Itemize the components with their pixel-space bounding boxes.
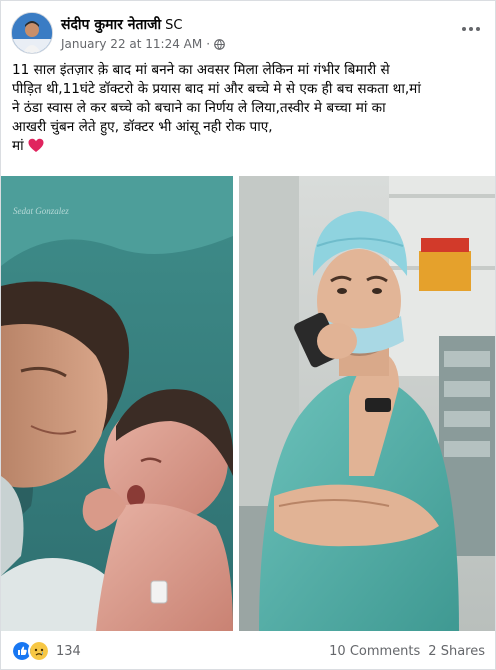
caption-line: ने ठंडा स्वास ले कर बच्चे को बचाने का नि… bbox=[12, 100, 386, 116]
author-suffix[interactable]: SC bbox=[165, 18, 182, 33]
more-options-button[interactable] bbox=[459, 19, 483, 39]
caption-line: पीड़ित थी,11घंटे डॉक्टरो के प्रयास बाद म… bbox=[12, 81, 421, 97]
photo-doctor[interactable] bbox=[239, 176, 495, 631]
post-caption: 11 साल इंतज़ार क़े बाद मां बनने का अवसर … bbox=[12, 61, 482, 156]
caption-line: आखरी चुंबन लेते हुए, डॉक्टर भी आंसू नही … bbox=[12, 119, 273, 135]
comments-count-link[interactable]: 10 Comments bbox=[329, 644, 420, 659]
doctor-image bbox=[239, 176, 495, 631]
globe-icon[interactable] bbox=[214, 38, 225, 50]
post-timestamp[interactable]: January 22 at 11:24 AM bbox=[61, 37, 202, 51]
meta-separator: · bbox=[206, 37, 211, 51]
avatar-image bbox=[12, 13, 52, 53]
caption-line: 11 साल इंतज़ार क़े बाद मां बनने का अवसर … bbox=[12, 62, 390, 78]
photo-newborn-mother[interactable]: Sedat Gonzalez bbox=[1, 176, 233, 631]
caption-last-line: मां bbox=[12, 137, 482, 156]
author-name[interactable]: संदीप कुमार नेताजी SC bbox=[61, 15, 182, 34]
post-meta: January 22 at 11:24 AM · bbox=[61, 37, 225, 51]
author-avatar[interactable] bbox=[11, 12, 53, 54]
post-footer: 134 10 Comments 2 Shares bbox=[11, 638, 485, 664]
post-header: संदीप कुमार नेताजी SC January 22 at 11:24… bbox=[9, 11, 487, 55]
caption-line: मां bbox=[12, 138, 24, 154]
shares-count-link[interactable]: 2 Shares bbox=[428, 644, 485, 659]
more-dot-icon bbox=[476, 27, 480, 31]
reaction-count[interactable]: 134 bbox=[56, 644, 81, 659]
post-photo[interactable]: Sedat Gonzalez bbox=[1, 176, 495, 631]
photo-watermark: Sedat Gonzalez bbox=[13, 206, 69, 216]
facebook-post: संदीप कुमार नेताजी SC January 22 at 11:24… bbox=[0, 0, 496, 670]
newborn-mother-image: Sedat Gonzalez bbox=[1, 176, 233, 631]
reactions-summary[interactable]: 134 bbox=[11, 640, 81, 662]
author-name-text[interactable]: संदीप कुमार नेताजी bbox=[61, 17, 161, 33]
sad-icon bbox=[28, 640, 50, 662]
more-dot-icon bbox=[469, 27, 473, 31]
red-heart-icon bbox=[28, 138, 44, 152]
more-dot-icon bbox=[462, 27, 466, 31]
